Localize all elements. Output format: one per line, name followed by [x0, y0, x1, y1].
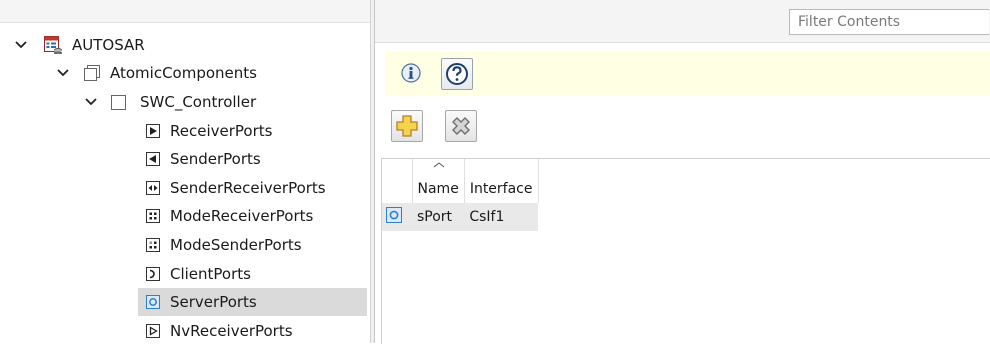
tree-node-label: SWC_Controller	[140, 93, 257, 111]
tree-node-server-ports[interactable]: ServerPorts	[138, 288, 367, 316]
tree-node-swc-controller[interactable]: SWC_Controller	[80, 89, 256, 115]
cell-name[interactable]: sPort	[412, 203, 465, 231]
tree-node-label: AUTOSAR	[72, 36, 145, 54]
ports-table: Name Interface sPort CsIf1	[381, 158, 990, 344]
client-port-icon	[146, 267, 160, 281]
tree-node-label: ClientPorts	[170, 265, 251, 283]
tree-node-sender-ports[interactable]: SenderPorts	[146, 146, 261, 172]
column-header-label: Interface	[469, 181, 533, 197]
tree-node-label: ServerPorts	[170, 293, 257, 311]
filter-bar	[375, 0, 990, 43]
tree-node-label: SenderReceiverPorts	[170, 179, 326, 197]
sender-receiver-port-icon	[146, 181, 160, 195]
info-icon[interactable]	[399, 60, 425, 86]
row-icon-column-header	[382, 159, 413, 203]
mode-receiver-port-icon	[146, 209, 160, 223]
column-header-name[interactable]: Name	[412, 159, 465, 203]
components-folder-icon	[84, 65, 100, 81]
chevron-down-icon[interactable]	[52, 69, 74, 77]
tree-node-label: AtomicComponents	[110, 64, 257, 82]
receiver-port-icon	[146, 124, 160, 138]
tree-node-receiver-ports[interactable]: ReceiverPorts	[146, 118, 272, 144]
sender-port-icon	[146, 152, 160, 166]
tree-node-client-ports[interactable]: ClientPorts	[146, 261, 251, 287]
chevron-down-icon[interactable]	[80, 98, 102, 106]
tree-node-mode-sender-ports[interactable]: ModeSenderPorts	[146, 232, 302, 258]
nv-receiver-port-icon	[146, 324, 160, 338]
mode-sender-port-icon	[146, 238, 160, 252]
content-pane: Name Interface sPort CsIf1	[375, 0, 990, 344]
tree-node-nv-receiver-ports[interactable]: NvReceiverPorts	[146, 318, 293, 343]
table-header-row: Name Interface	[382, 159, 539, 203]
question-mark-icon	[446, 63, 468, 85]
info-bar	[385, 52, 990, 96]
server-port-icon	[386, 207, 402, 223]
table-row[interactable]: sPort CsIf1	[382, 203, 538, 231]
tree-node-label: ModeSenderPorts	[170, 236, 302, 254]
delete-x-icon	[452, 117, 470, 135]
tree-node-sender-receiver-ports[interactable]: SenderReceiverPorts	[146, 175, 326, 201]
cell-interface[interactable]: CsIf1	[464, 203, 538, 231]
toolbar	[385, 106, 990, 146]
tree-node-label: SenderPorts	[170, 150, 261, 168]
sort-caret-icon	[433, 162, 444, 168]
filter-contents-input[interactable]	[789, 9, 989, 35]
autosar-icon	[44, 36, 62, 54]
tree-node-label: NvReceiverPorts	[170, 322, 293, 340]
component-icon	[111, 94, 126, 110]
column-header-interface[interactable]: Interface	[464, 159, 539, 203]
tree-node-autosar[interactable]: AUTOSAR	[10, 32, 145, 58]
row-icon-cell	[382, 203, 412, 231]
tree-node-atomic-components[interactable]: AtomicComponents	[52, 60, 257, 86]
add-button[interactable]	[391, 110, 423, 142]
plus-icon	[396, 115, 418, 137]
tree-node-mode-receiver-ports[interactable]: ModeReceiverPorts	[146, 203, 313, 229]
tree-node-label: ReceiverPorts	[170, 122, 273, 140]
chevron-down-icon[interactable]	[10, 41, 32, 49]
server-port-icon	[146, 295, 160, 309]
delete-button[interactable]	[445, 110, 477, 142]
column-header-label: Name	[417, 181, 459, 197]
tree-header	[0, 0, 370, 23]
tree-node-label: ModeReceiverPorts	[170, 207, 314, 225]
help-button[interactable]	[441, 58, 473, 90]
tree-pane: AUTOSAR AtomicComponents SWC_Controller …	[0, 0, 370, 343]
